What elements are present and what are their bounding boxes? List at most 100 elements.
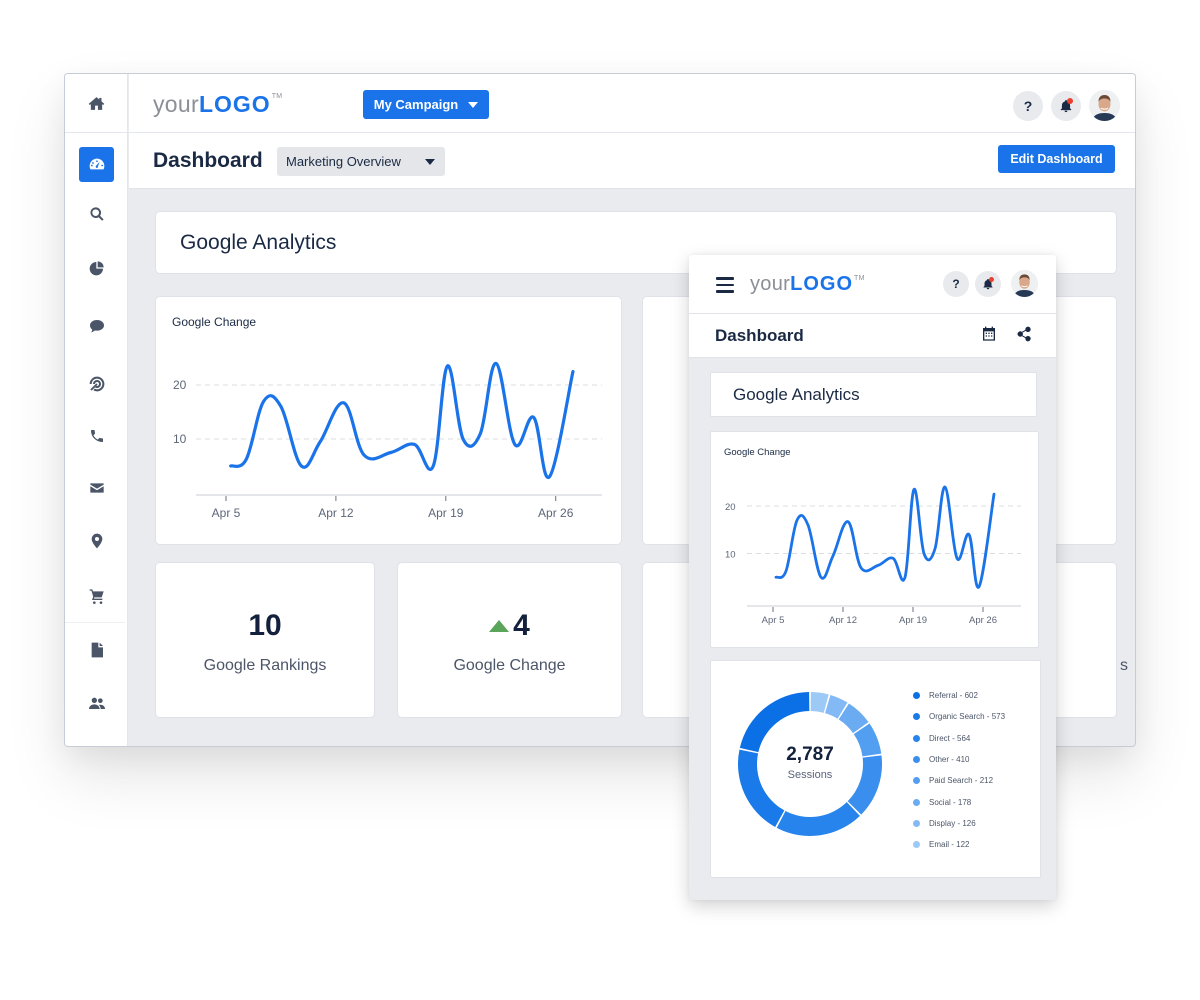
calendar-icon	[983, 326, 995, 341]
legend-item[interactable]: Referral - 602	[913, 685, 1005, 706]
legend-label: Paid Search - 212	[929, 776, 994, 786]
sidebar-divider	[65, 622, 125, 623]
legend-label: Referral - 602	[929, 691, 978, 701]
user-avatar[interactable]	[1089, 90, 1120, 121]
sidebar-item-locations[interactable]	[65, 521, 128, 561]
home-icon	[88, 96, 105, 110]
page-title: Dashboard	[715, 326, 804, 345]
x-tick-label: Apr 26	[538, 506, 574, 520]
sidebar-item-dashboard[interactable]	[65, 144, 128, 184]
pie-chart-icon	[89, 261, 104, 276]
sidebar	[65, 74, 128, 746]
donut-chart-card: 2,787 Sessions Referral - 602 Organic Sea…	[710, 660, 1041, 878]
legend-label: Social - 178	[929, 797, 972, 807]
map-pin-icon	[91, 533, 102, 549]
legend-item[interactable]: Direct - 564	[913, 728, 1005, 749]
help-button[interactable]: ?	[1013, 91, 1043, 121]
users-icon	[88, 697, 105, 709]
legend-swatch	[913, 713, 920, 721]
legend-swatch	[913, 692, 920, 700]
page-header: Dashboard Marketing Overview Edit Dashbo…	[129, 133, 1135, 189]
x-tick-label: Apr 5	[762, 615, 785, 626]
legend-label: Email - 122	[929, 840, 970, 850]
donut-legend: Referral - 602 Organic Search - 573 Direct…	[913, 685, 1005, 855]
sidebar-item-home[interactable]	[65, 74, 128, 133]
kpi-label: Google Change	[453, 657, 566, 674]
y-tick-label: 10	[173, 432, 187, 446]
legend-item[interactable]: Display - 126	[913, 813, 1005, 834]
sidebar-item-users[interactable]	[65, 683, 128, 723]
notifications-button[interactable]	[1051, 91, 1081, 121]
help-icon: ?	[952, 277, 960, 291]
user-avatar[interactable]	[1011, 270, 1038, 297]
section-title: Google Analytics	[733, 385, 860, 404]
notifications-button[interactable]	[975, 271, 1001, 297]
kpi-value: 10	[248, 609, 282, 642]
notification-badge	[989, 277, 994, 282]
x-tick-label: Apr 5	[212, 506, 241, 520]
legend-label: Direct - 564	[929, 733, 971, 743]
share-button[interactable]	[1016, 326, 1032, 342]
sidebar-item-search[interactable]	[65, 194, 128, 234]
campaign-dropdown-button[interactable]: My Campaign	[363, 90, 489, 119]
legend-swatch	[913, 756, 920, 764]
line-chart: 10 20 Apr 5 Apr 12 Apr 19 Apr 26	[725, 485, 1021, 626]
dashboard-gauge-icon	[89, 158, 104, 170]
series-line-google-change	[229, 361, 575, 479]
target-icon	[89, 376, 104, 392]
x-tick-label: Apr 19	[428, 506, 464, 520]
kpi-label: Google Rankings	[203, 657, 327, 674]
legend-label: Other - 410	[929, 755, 970, 765]
legend-swatch	[913, 819, 920, 827]
dashboard-select-value: Marketing Overview	[286, 154, 401, 169]
y-tick-label: 10	[725, 550, 736, 561]
legend-swatch	[913, 734, 920, 742]
donut-label: Sessions	[787, 769, 833, 781]
legend-label: Organic Search - 573	[929, 712, 1006, 722]
person-photo-icon	[1089, 90, 1120, 121]
legend-label: Display - 126	[929, 818, 976, 828]
x-tick-label: Apr 12	[829, 615, 857, 626]
sidebar-item-reports[interactable]	[65, 248, 128, 288]
trend-up-icon	[489, 620, 510, 632]
y-tick-label: 20	[173, 378, 187, 392]
sidebar-item-email[interactable]	[65, 468, 128, 508]
line-chart-card: Google Change 10 20 Apr 5 Apr 12 Apr 19 Apr 2…	[710, 431, 1039, 648]
mobile-page-header: Dashboard	[689, 314, 1056, 358]
notification-badge	[1067, 98, 1073, 104]
caret-down-icon	[468, 101, 479, 108]
section-header-card: Google Analytics	[710, 372, 1037, 417]
donut-slice-email[interactable]	[810, 692, 829, 713]
series-line-google-change	[774, 485, 996, 589]
edit-dashboard-button[interactable]: Edit Dashboard	[998, 145, 1115, 173]
hamburger-menu-icon[interactable]	[716, 277, 734, 293]
sidebar-item-messages[interactable]	[65, 306, 128, 346]
x-tick-label: Apr 26	[969, 615, 997, 626]
brand-logo[interactable]: yourLOGOTM	[153, 91, 282, 118]
legend-item[interactable]: Email - 122	[913, 834, 1005, 855]
date-range-button[interactable]	[981, 326, 997, 342]
legend-item[interactable]: Other - 410	[913, 749, 1005, 770]
dashboard-select[interactable]: Marketing Overview	[277, 147, 445, 176]
kpi-card-google-rankings: 10 Google Rankings	[155, 562, 375, 718]
phone-icon	[90, 430, 103, 442]
donut-slice-direct[interactable]	[776, 802, 860, 836]
x-tick-label: Apr 19	[899, 615, 927, 626]
mobile-top-bar: yourLOGOTM ?	[689, 255, 1056, 314]
legend-swatch	[913, 777, 920, 785]
person-photo-icon	[1011, 270, 1038, 297]
chat-bubble-icon	[89, 320, 104, 333]
sidebar-item-goals[interactable]	[65, 364, 128, 404]
legend-item[interactable]: Organic Search - 573	[913, 706, 1005, 727]
legend-item[interactable]: Paid Search - 212	[913, 770, 1005, 791]
section-title: Google Analytics	[180, 231, 337, 254]
envelope-icon	[89, 483, 104, 493]
help-button[interactable]: ?	[943, 271, 969, 297]
campaign-button-label: My Campaign	[373, 97, 459, 112]
brand-logo[interactable]: yourLOGOTM	[750, 273, 865, 296]
sidebar-item-calls[interactable]	[65, 416, 128, 456]
top-bar: yourLOGOTM My Campaign ?	[129, 74, 1135, 133]
sidebar-item-ecommerce[interactable]	[65, 576, 128, 616]
sidebar-item-documents[interactable]	[65, 630, 128, 670]
legend-item[interactable]: Social - 178	[913, 791, 1005, 812]
